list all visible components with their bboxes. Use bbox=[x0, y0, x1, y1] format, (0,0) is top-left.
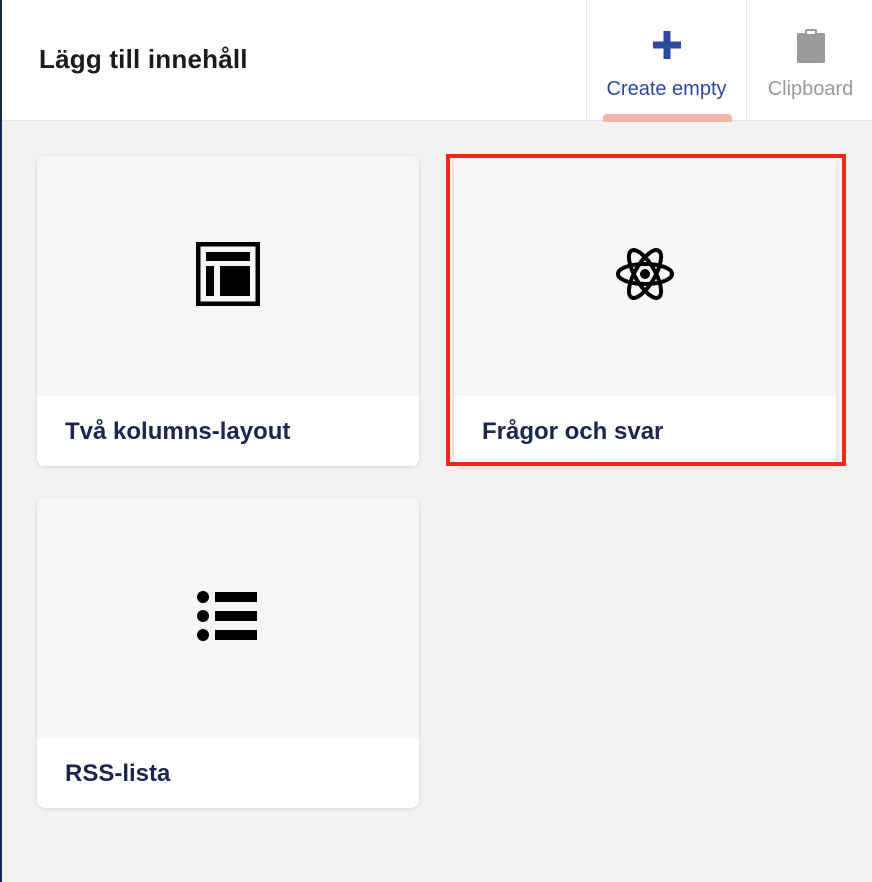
tab-create-empty[interactable]: Create empty bbox=[586, 0, 746, 122]
card-label: Två kolumns-layout bbox=[65, 418, 291, 445]
content-card-questions-and-answers[interactable]: Frågor och svar bbox=[454, 156, 836, 466]
panel-header: Lägg till innehåll Create empty Clipboar… bbox=[2, 0, 872, 122]
card-preview bbox=[37, 498, 419, 738]
atom-icon bbox=[615, 244, 675, 309]
panel-title: Lägg till innehåll bbox=[39, 44, 248, 74]
tab-create-empty-label: Create empty bbox=[606, 78, 727, 100]
tab-clipboard-label: Clipboard bbox=[767, 78, 854, 100]
active-tab-indicator bbox=[603, 114, 732, 122]
card-preview bbox=[454, 156, 836, 396]
plus-icon bbox=[652, 30, 682, 65]
card-label: RSS-lista bbox=[65, 760, 171, 787]
content-card-two-column-layout[interactable]: Två kolumns-layout bbox=[37, 156, 419, 466]
list-icon bbox=[197, 590, 259, 647]
add-content-panel: Lägg till innehåll Create empty Clipboar… bbox=[0, 0, 872, 882]
card-label: Frågor och svar bbox=[482, 418, 664, 445]
card-preview bbox=[37, 156, 419, 396]
tab-clipboard[interactable]: Clipboard bbox=[746, 0, 872, 121]
content-card-rss-list[interactable]: RSS-lista bbox=[37, 498, 419, 808]
clipboard-icon bbox=[796, 28, 826, 69]
two-column-layout-icon bbox=[195, 241, 261, 311]
